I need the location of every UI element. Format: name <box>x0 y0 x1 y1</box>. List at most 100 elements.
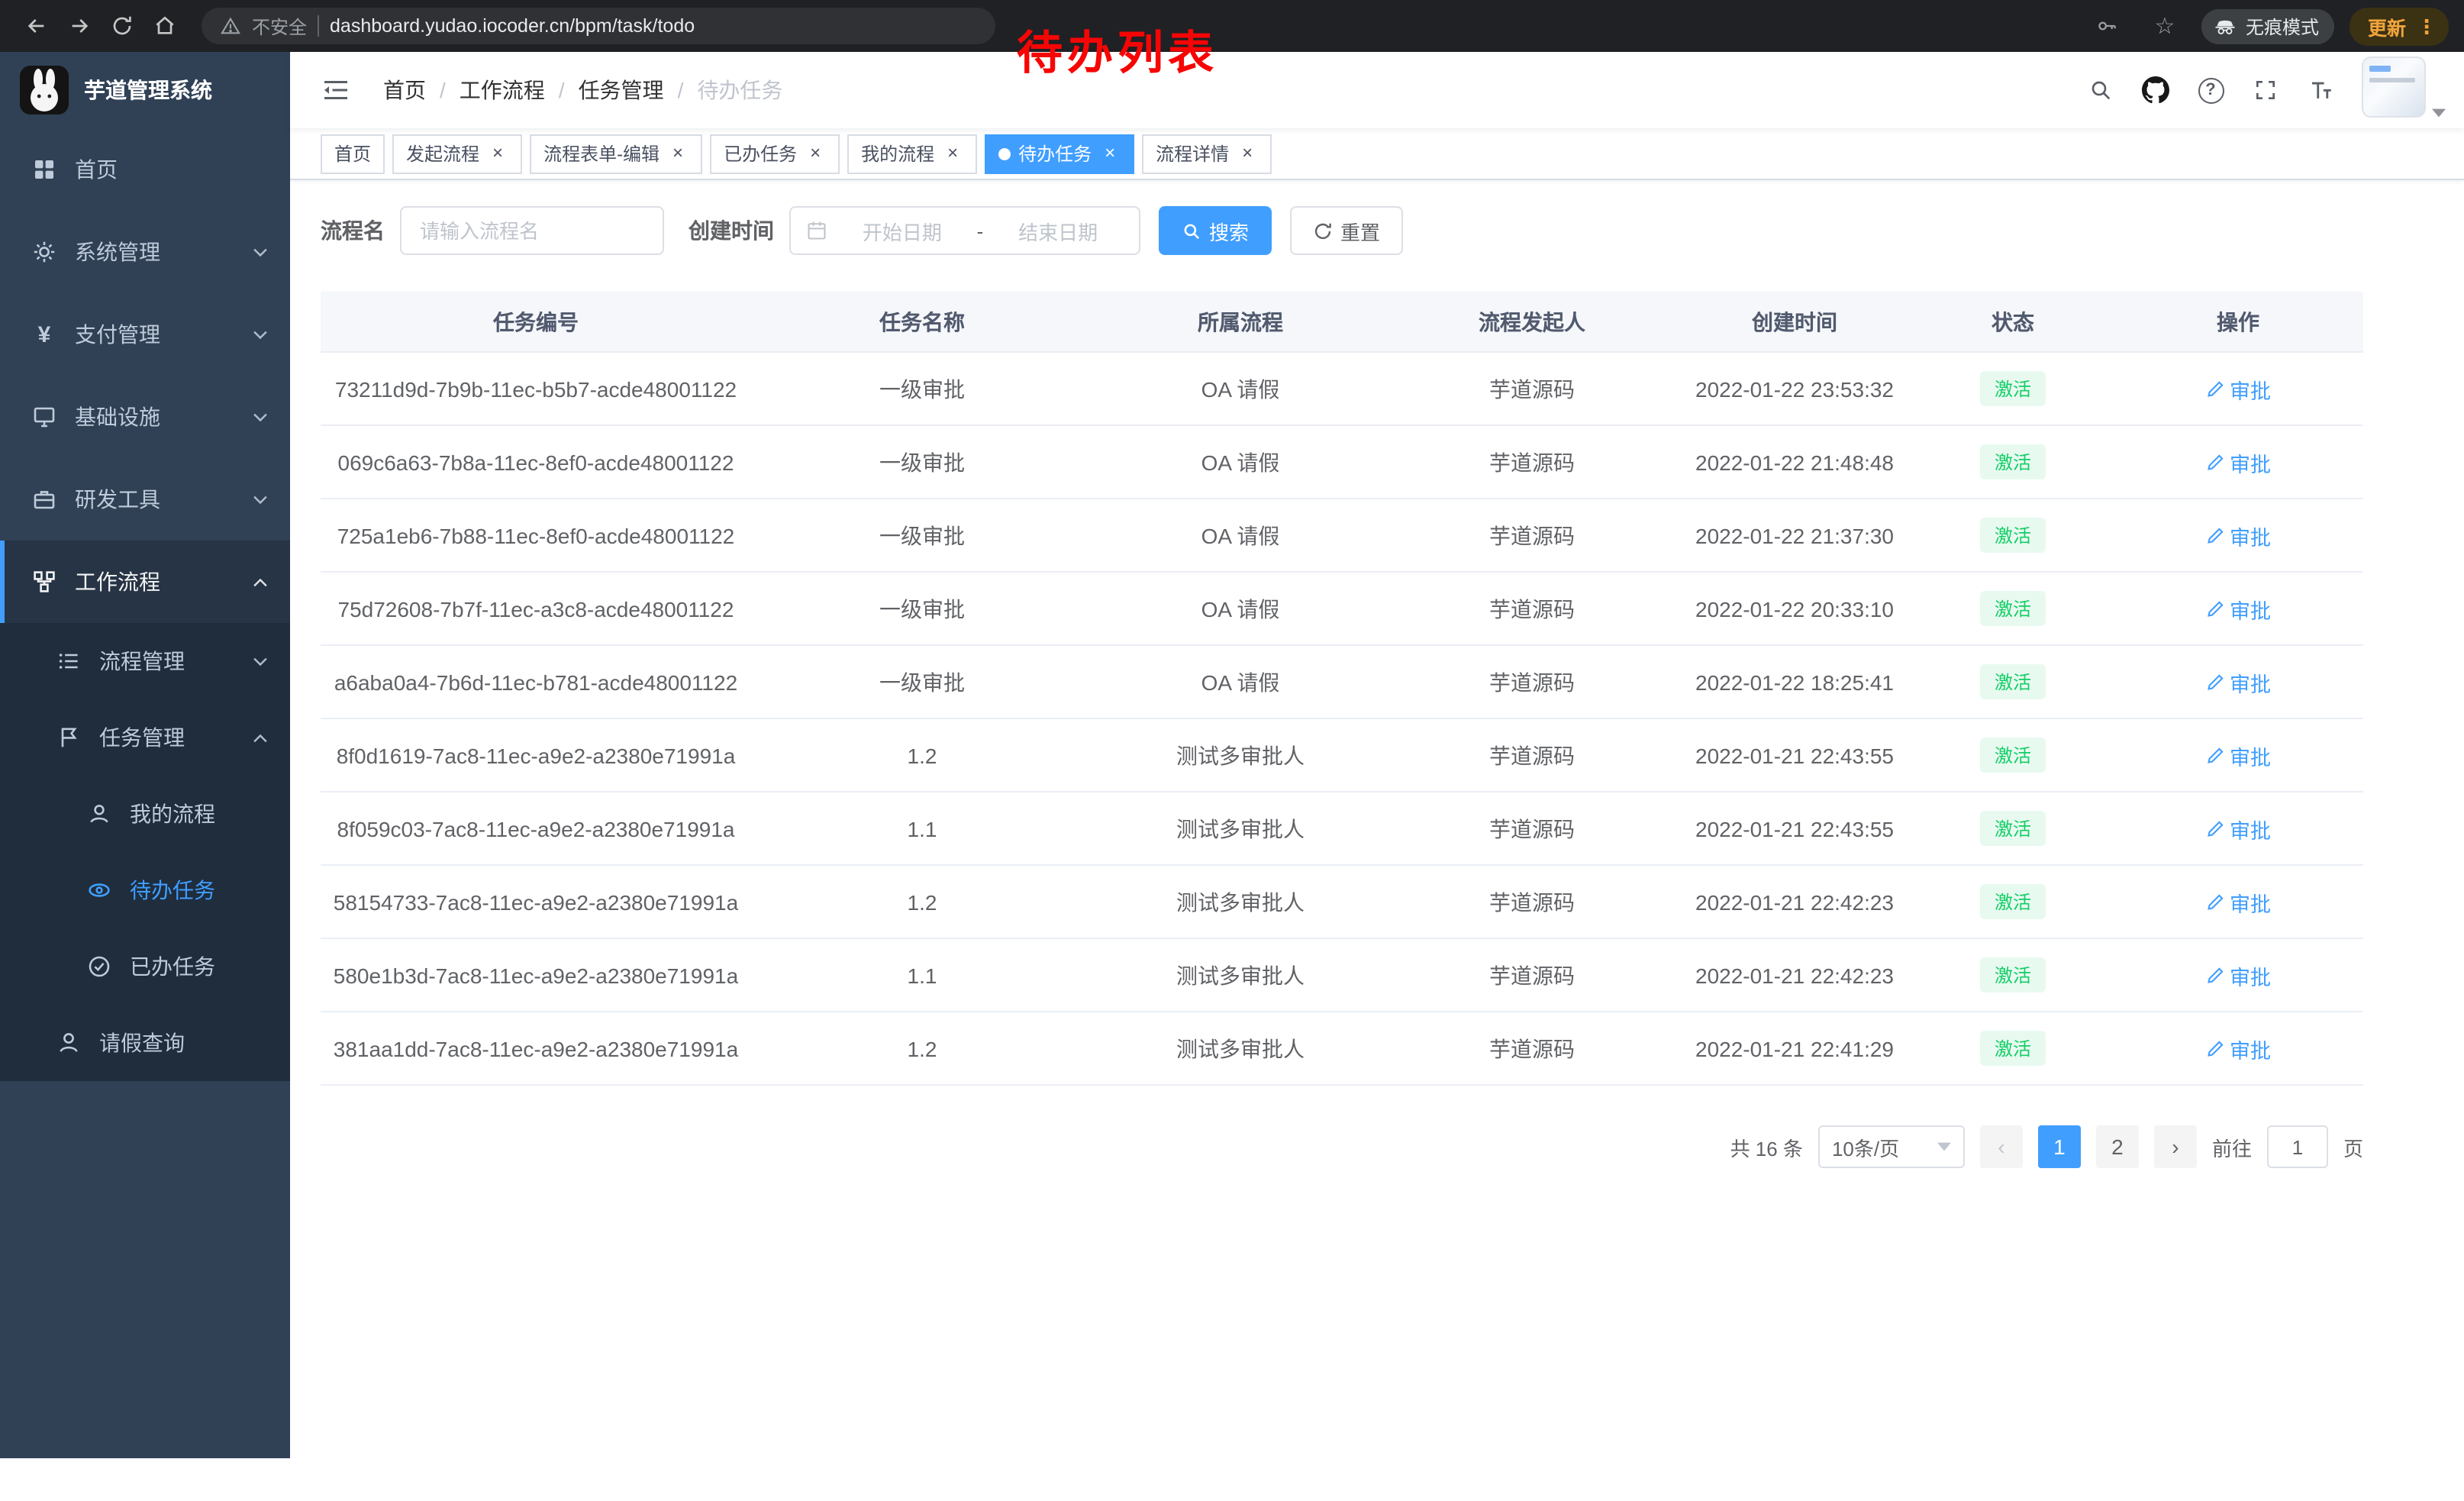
sidebar-fold-icon[interactable] <box>313 67 359 113</box>
status-badge: 激活 <box>1981 371 2045 406</box>
page-button-2[interactable]: 2 <box>2096 1125 2139 1168</box>
tab-done-task[interactable]: 已办任务 × <box>710 134 840 173</box>
tab-process-detail[interactable]: 流程详情 × <box>1142 134 1272 173</box>
tab-todo-task[interactable]: 待办任务 × <box>985 134 1134 173</box>
sidebar-item-home[interactable]: 首页 <box>0 128 290 211</box>
approve-link[interactable]: 审批 <box>2205 960 2271 990</box>
approve-link[interactable]: 审批 <box>2205 373 2271 404</box>
approve-link[interactable]: 审批 <box>2205 447 2271 477</box>
sidebar-item-dev-tools[interactable]: 研发工具 <box>0 458 290 541</box>
status-badge: 激活 <box>1981 738 2045 773</box>
breadcrumb-item[interactable]: 工作流程 <box>460 75 545 105</box>
logo-avatar <box>20 66 69 115</box>
approve-link[interactable]: 审批 <box>2205 813 2271 844</box>
task-id-cell: 73211d9d-7b9b-11ec-b5b7-acde48001122 <box>321 376 751 401</box>
app-title: 芋道管理系统 <box>84 75 212 105</box>
page-unit-label: 页 <box>2343 1132 2363 1161</box>
approve-link[interactable]: 审批 <box>2205 1033 2271 1064</box>
task-id-cell: 580e1b3d-7ac8-11ec-a9e2-a2380e71991a <box>321 963 751 987</box>
sidebar-item-task-management[interactable]: 任务管理 <box>0 699 290 776</box>
dashboard-icon <box>31 157 58 182</box>
page-size-select[interactable]: 10条/页 <box>1818 1125 1965 1168</box>
chevron-down-icon <box>252 656 269 667</box>
goto-label: 前往 <box>2212 1132 2252 1161</box>
workflow-submenu: 流程管理 任务管理 我的流程 <box>0 623 290 1081</box>
sidebar-item-infrastructure[interactable]: 基础设施 <box>0 376 290 458</box>
key-icon[interactable] <box>2085 5 2128 47</box>
back-icon[interactable] <box>15 5 58 47</box>
tab-home[interactable]: 首页 <box>321 134 385 173</box>
user-menu[interactable] <box>2362 56 2446 124</box>
task-id-cell: 75d72608-7b7f-11ec-a3c8-acde48001122 <box>321 596 751 621</box>
close-icon[interactable]: × <box>487 143 508 164</box>
goto-page-input[interactable] <box>2267 1125 2328 1168</box>
github-icon[interactable] <box>2133 67 2179 113</box>
sidebar-item-workflow[interactable]: 工作流程 <box>0 541 290 623</box>
prev-page-button[interactable]: ‹ <box>1980 1125 2023 1168</box>
sidebar-item-process-management[interactable]: 流程管理 <box>0 623 290 699</box>
forward-icon[interactable] <box>58 5 101 47</box>
breadcrumb-item[interactable]: 首页 <box>383 75 426 105</box>
status-badge: 激活 <box>1981 1031 2045 1066</box>
browser-menu-dots-icon[interactable]: ⋮ <box>2417 16 2437 36</box>
toolbox-icon <box>31 487 58 512</box>
sidebar-item-todo-task[interactable]: 待办任务 <box>0 852 290 928</box>
task-id-cell: 8f059c03-7ac8-11ec-a9e2-a2380e71991a <box>321 816 751 841</box>
task-id-cell: 381aa1dd-7ac8-11ec-a9e2-a2380e71991a <box>321 1036 751 1060</box>
process-name-input[interactable] <box>400 206 664 255</box>
total-count: 共 16 条 <box>1730 1132 1803 1161</box>
table-row: 75d72608-7b7f-11ec-a3c8-acde48001122 一级审… <box>321 573 2363 646</box>
created-time-cell: 2022-01-22 20:33:10 <box>1676 596 1913 621</box>
tab-my-process[interactable]: 我的流程 × <box>847 134 977 173</box>
close-icon[interactable]: × <box>942 143 963 164</box>
todo-task-page: 流程名 创建时间 开始日期 - 结束日期 <box>290 180 2464 1168</box>
tab-process-form-edit[interactable]: 流程表单-编辑 × <box>530 134 702 173</box>
font-size-icon[interactable] <box>2298 67 2343 113</box>
approve-link[interactable]: 审批 <box>2205 520 2271 550</box>
yen-icon: ¥ <box>31 321 58 347</box>
approve-link[interactable]: 审批 <box>2205 667 2271 697</box>
approve-link[interactable]: 审批 <box>2205 593 2271 624</box>
close-icon[interactable]: × <box>1099 143 1121 164</box>
check-circle-icon <box>85 954 113 979</box>
address-bar[interactable]: 不安全 dashboard.yudao.iocoder.cn/bpm/task/… <box>202 8 995 44</box>
tab-start-process[interactable]: 发起流程 × <box>392 134 522 173</box>
sidebar-item-system[interactable]: 系统管理 <box>0 211 290 293</box>
approve-link[interactable]: 审批 <box>2205 886 2271 917</box>
sidebar-item-done-task[interactable]: 已办任务 <box>0 928 290 1005</box>
end-date-placeholder[interactable]: 结束日期 <box>992 216 1124 245</box>
column-header: 创建时间 <box>1676 306 1913 337</box>
page-button-1[interactable]: 1 <box>2038 1125 2081 1168</box>
date-range-picker[interactable]: 开始日期 - 结束日期 <box>789 206 1140 255</box>
sidebar-item-my-process[interactable]: 我的流程 <box>0 776 290 852</box>
task-id-cell: 58154733-7ac8-11ec-a9e2-a2380e71991a <box>321 889 751 914</box>
approve-link[interactable]: 审批 <box>2205 740 2271 770</box>
sidebar-item-leave-query[interactable]: 请假查询 <box>0 1005 290 1081</box>
bookmark-star-icon[interactable]: ☆ <box>2143 5 2186 47</box>
close-icon[interactable]: × <box>1237 143 1258 164</box>
create-time-label: 创建时间 <box>689 215 774 246</box>
search-button[interactable]: 搜索 <box>1159 206 1272 255</box>
avatar[interactable] <box>2362 56 2426 118</box>
chevron-down-icon <box>1937 1142 1951 1151</box>
chevron-up-icon <box>252 732 269 743</box>
close-icon[interactable]: × <box>805 143 826 164</box>
start-date-placeholder[interactable]: 开始日期 <box>837 216 968 245</box>
home-icon[interactable] <box>144 5 186 47</box>
fullscreen-icon[interactable] <box>2243 67 2288 113</box>
search-icon[interactable] <box>2078 67 2124 113</box>
created-time-cell: 2022-01-21 22:41:29 <box>1676 1036 1913 1060</box>
close-icon[interactable]: × <box>667 143 689 164</box>
next-page-button[interactable]: › <box>2154 1125 2197 1168</box>
created-time-cell: 2022-01-22 18:25:41 <box>1676 670 1913 694</box>
reset-button[interactable]: 重置 <box>1290 206 1403 255</box>
breadcrumb-item[interactable]: 任务管理 <box>579 75 664 105</box>
help-icon[interactable]: ? <box>2188 67 2233 113</box>
column-header: 任务编号 <box>321 306 751 337</box>
reload-icon[interactable] <box>101 5 144 47</box>
task-name-cell: 一级审批 <box>751 520 1093 550</box>
browser-update-button[interactable]: 更新 ⋮ <box>2350 7 2449 45</box>
sidebar-item-payment[interactable]: ¥ 支付管理 <box>0 293 290 376</box>
browser-chrome: 不安全 dashboard.yudao.iocoder.cn/bpm/task/… <box>0 0 2464 52</box>
status-badge: 激活 <box>1981 664 2045 699</box>
